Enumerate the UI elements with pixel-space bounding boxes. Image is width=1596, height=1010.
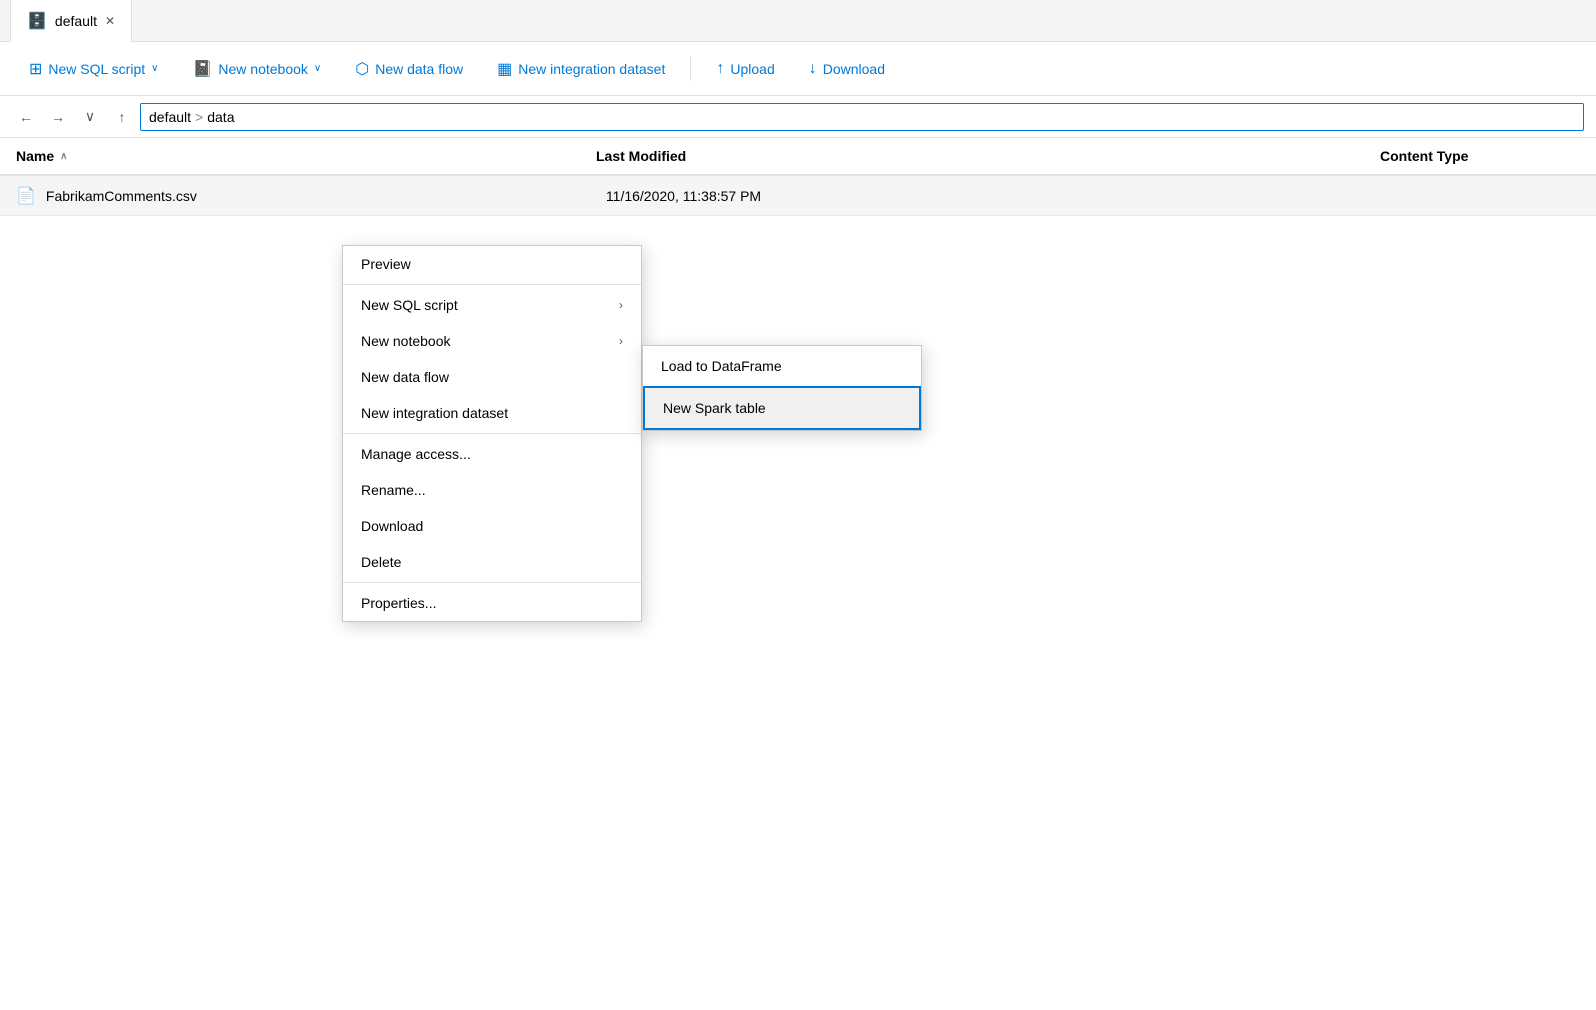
breadcrumb[interactable]: default > data	[140, 103, 1584, 131]
nav-bar: ← → ∨ ↑ default > data	[0, 96, 1596, 138]
ctx-rename[interactable]: Rename...	[343, 472, 641, 508]
ctx-delete-label: Delete	[361, 554, 401, 570]
dataflow-icon: ⬡	[355, 59, 369, 79]
ctx-download-label: Download	[361, 518, 423, 534]
ctx-preview[interactable]: Preview	[343, 246, 641, 282]
file-name: FabrikamComments.csv	[46, 188, 606, 204]
sub-spark-table-label: New Spark table	[663, 400, 766, 416]
ctx-new-integration-dataset[interactable]: New integration dataset	[343, 395, 641, 431]
ctx-new-notebook[interactable]: New notebook ›	[343, 323, 641, 359]
ctx-rename-label: Rename...	[361, 482, 426, 498]
down-button[interactable]: ∨	[76, 103, 104, 131]
download-label: Download	[823, 61, 885, 77]
ctx-sql-label: New SQL script	[361, 297, 458, 313]
tab-label: default	[55, 13, 97, 29]
new-notebook-button[interactable]: 📓 New notebook ∨	[179, 51, 334, 87]
col-modified-label: Last Modified	[596, 148, 686, 164]
breadcrumb-root: default	[149, 109, 191, 125]
new-notebook-label: New notebook	[218, 61, 308, 77]
context-menu: Preview New SQL script › New notebook › …	[342, 245, 642, 622]
table-header: Name ∧ Last Modified Content Type	[0, 138, 1596, 176]
sub-new-spark-table[interactable]: New Spark table	[643, 386, 921, 430]
notebook-chevron-icon: ∨	[314, 63, 321, 74]
tab-bar: 🗄️ default ✕	[0, 0, 1596, 42]
sql-chevron-icon: ∨	[151, 63, 158, 74]
new-dataflow-button[interactable]: ⬡ New data flow	[342, 51, 476, 87]
ctx-separator-2	[343, 433, 641, 434]
col-name-label: Name	[16, 148, 54, 164]
up-button[interactable]: ↑	[108, 103, 136, 131]
ctx-notebook-arrow-icon: ›	[619, 334, 623, 348]
notebook-icon: 📓	[192, 59, 212, 79]
new-integration-dataset-button[interactable]: ▦ New integration dataset	[484, 51, 678, 87]
column-modified-header[interactable]: Last Modified	[596, 148, 1380, 164]
sub-load-dataframe-label: Load to DataFrame	[661, 358, 782, 374]
default-tab[interactable]: 🗄️ default ✕	[10, 0, 132, 42]
sub-load-dataframe[interactable]: Load to DataFrame	[643, 346, 921, 386]
forward-button[interactable]: →	[44, 103, 72, 131]
new-dataset-label: New integration dataset	[518, 61, 665, 77]
upload-button[interactable]: ↑ Upload	[703, 51, 787, 87]
ctx-separator-3	[343, 582, 641, 583]
ctx-new-dataflow[interactable]: New data flow	[343, 359, 641, 395]
table-row[interactable]: 📄 FabrikamComments.csv 11/16/2020, 11:38…	[0, 176, 1596, 216]
upload-label: Upload	[730, 61, 774, 77]
ctx-new-sql-script[interactable]: New SQL script ›	[343, 287, 641, 323]
sort-icon: ∧	[60, 151, 67, 162]
new-sql-script-button[interactable]: ⊞ New SQL script ∨	[16, 51, 171, 87]
tab-icon: 🗄️	[27, 11, 47, 31]
download-button[interactable]: ↓ Download	[796, 51, 898, 87]
ctx-manage-access[interactable]: Manage access...	[343, 436, 641, 472]
ctx-properties-label: Properties...	[361, 595, 436, 611]
breadcrumb-separator: >	[195, 109, 203, 125]
ctx-sql-arrow-icon: ›	[619, 298, 623, 312]
new-sql-label: New SQL script	[48, 61, 145, 77]
file-icon: 📄	[16, 186, 36, 206]
tab-close-icon[interactable]: ✕	[105, 14, 115, 28]
toolbar: ⊞ New SQL script ∨ 📓 New notebook ∨ ⬡ Ne…	[0, 42, 1596, 96]
column-name-header[interactable]: Name ∧	[16, 148, 596, 164]
breadcrumb-child: data	[207, 109, 234, 125]
new-dataflow-label: New data flow	[375, 61, 463, 77]
ctx-preview-label: Preview	[361, 256, 411, 272]
ctx-delete[interactable]: Delete	[343, 544, 641, 580]
col-type-label: Content Type	[1380, 148, 1468, 164]
toolbar-separator	[690, 57, 691, 81]
sub-menu: Load to DataFrame New Spark table	[642, 345, 922, 431]
download-icon: ↓	[809, 60, 817, 78]
back-button[interactable]: ←	[12, 103, 40, 131]
column-type-header[interactable]: Content Type	[1380, 148, 1580, 164]
ctx-download[interactable]: Download	[343, 508, 641, 544]
upload-icon: ↑	[716, 60, 724, 78]
ctx-separator-1	[343, 284, 641, 285]
ctx-dataset-label: New integration dataset	[361, 405, 508, 421]
dataset-icon: ▦	[497, 59, 512, 79]
ctx-notebook-label: New notebook	[361, 333, 451, 349]
file-modified-date: 11/16/2020, 11:38:57 PM	[606, 188, 1580, 204]
ctx-dataflow-label: New data flow	[361, 369, 449, 385]
ctx-properties[interactable]: Properties...	[343, 585, 641, 621]
ctx-manage-label: Manage access...	[361, 446, 471, 462]
sql-script-icon: ⊞	[29, 59, 42, 79]
